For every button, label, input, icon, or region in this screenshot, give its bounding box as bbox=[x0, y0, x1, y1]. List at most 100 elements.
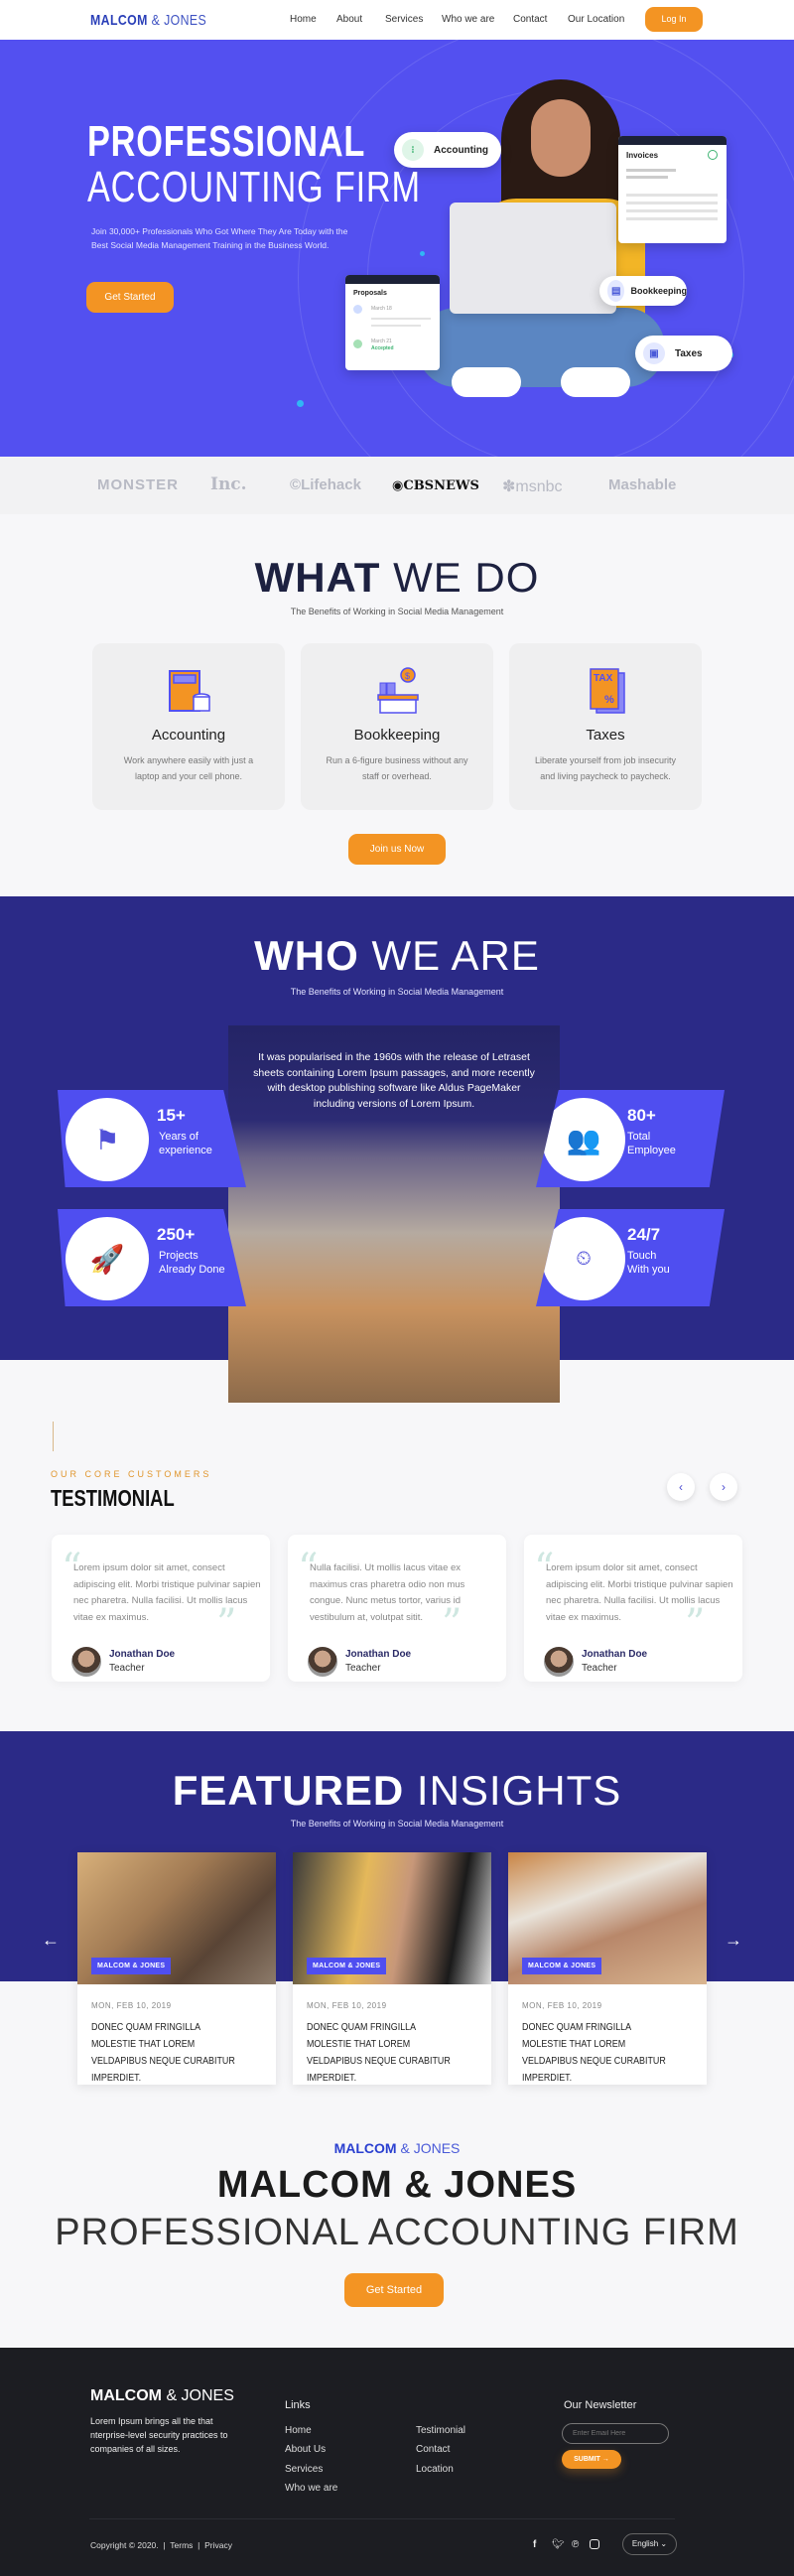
svg-text:$: $ bbox=[405, 671, 410, 681]
placeholder-line bbox=[626, 194, 718, 197]
cta-title: MALCOM & JONES bbox=[216, 2164, 578, 2206]
placeholder-line bbox=[626, 217, 718, 220]
site-header: MALCOM & JONES Home About Services Who w… bbox=[0, 0, 794, 40]
pill-taxes: ▣ Taxes bbox=[635, 336, 732, 371]
nav-home[interactable]: Home bbox=[290, 14, 317, 25]
service-card-taxes: TAX% Taxes Liberate yourself from job in… bbox=[509, 643, 702, 810]
stat-employees: 👥 80+ Total Employee bbox=[536, 1090, 725, 1187]
stat-label: Years of experience bbox=[159, 1130, 212, 1157]
avatar bbox=[544, 1647, 574, 1677]
insight-date: MON, FEB 10, 2019 bbox=[522, 2001, 602, 2010]
nav-who-we-are[interactable]: Who we are bbox=[442, 14, 494, 25]
logo-light: & JONES bbox=[151, 12, 207, 29]
lifehack-logo: ©Lifehack bbox=[290, 476, 361, 493]
insight-title[interactable]: DONEC QUAM FRINGILLA MOLESTIE THAT LOREM… bbox=[91, 2019, 243, 2087]
testimonial-text: Nulla facilisi. Ut mollis lacus vitae ex… bbox=[310, 1562, 465, 1623]
service-description: Work anywhere easily with just a laptop … bbox=[123, 755, 254, 781]
privacy-link[interactable]: Privacy bbox=[204, 2540, 232, 2550]
stat-value: 24/7 bbox=[627, 1225, 661, 1244]
title-bold: FEATURED bbox=[172, 1767, 405, 1814]
testimonial-text: Lorem ipsum dolor sit amet, consect adip… bbox=[73, 1562, 261, 1623]
stat-label-line: Employee bbox=[627, 1145, 676, 1156]
insight-title[interactable]: DONEC QUAM FRINGILLA MOLESTIE THAT LOREM… bbox=[522, 2019, 674, 2087]
testimonial-eyebrow: OUR CORE CUSTOMERS bbox=[51, 1469, 212, 1479]
insight-tag: MALCOM & JONES bbox=[91, 1958, 172, 1974]
pill-label: Bookkeeping bbox=[630, 286, 687, 296]
footer-link-about-us[interactable]: About Us bbox=[285, 2444, 326, 2455]
invoices-title: Invoices bbox=[626, 151, 659, 160]
insights-subtitle: The Benefits of Working in Social Media … bbox=[290, 1819, 504, 1829]
insights-next-arrow[interactable]: → bbox=[725, 1930, 742, 1951]
nav-contact[interactable]: Contact bbox=[513, 14, 547, 25]
insight-card[interactable]: MALCOM & JONES MON, FEB 10, 2019 DONEC Q… bbox=[293, 1852, 491, 2085]
stat-label-line: Projects bbox=[159, 1250, 198, 1262]
join-us-now-button[interactable]: Join us Now bbox=[348, 834, 446, 865]
stat-years: ⚑ 15+ Years of experience bbox=[58, 1090, 246, 1187]
stat-label-line: Total bbox=[627, 1131, 651, 1143]
mashable-logo: Mashable bbox=[608, 476, 677, 493]
logo-bold: MALCOM bbox=[90, 12, 148, 29]
login-button[interactable]: Log In bbox=[645, 7, 703, 32]
who-we-are-body: It was popularised in the 1960s with the… bbox=[253, 1051, 535, 1110]
svg-text:%: % bbox=[604, 694, 614, 706]
logo[interactable]: MALCOM & JONES bbox=[90, 12, 206, 29]
testimonial-next-button[interactable]: › bbox=[710, 1473, 737, 1501]
nav-our-location[interactable]: Our Location bbox=[568, 14, 624, 25]
tax-document-icon: TAX% bbox=[590, 668, 625, 714]
cta-get-started-button[interactable]: Get Started bbox=[344, 2273, 444, 2307]
insight-card[interactable]: MALCOM & JONES MON, FEB 10, 2019 DONEC Q… bbox=[508, 1852, 707, 2085]
proposal-date: March 18 bbox=[371, 306, 392, 312]
footer-link-testimonial[interactable]: Testimonial bbox=[416, 2425, 465, 2436]
newsletter-email-input[interactable] bbox=[562, 2423, 669, 2444]
title-light: INSIGHTS bbox=[416, 1767, 622, 1814]
hero-get-started-button[interactable]: Get Started bbox=[86, 282, 174, 313]
insight-title[interactable]: DONEC QUAM FRINGILLA MOLESTIE THAT LOREM… bbox=[307, 2019, 459, 2087]
calculator-icon bbox=[169, 670, 210, 712]
testimonial-prev-button[interactable]: ‹ bbox=[667, 1473, 695, 1501]
site-footer: MALCOM & JONES Lorem Ipsum brings all th… bbox=[0, 2348, 794, 2576]
proposal-status: Accepted bbox=[371, 345, 394, 351]
avatar bbox=[71, 1647, 101, 1677]
footer-link-home[interactable]: Home bbox=[285, 2425, 312, 2436]
facebook-icon[interactable]: f bbox=[533, 2539, 536, 2550]
monster-logo: MONSTER bbox=[97, 476, 179, 493]
taxes-icon: ▣ bbox=[643, 342, 665, 364]
footer-link-contact[interactable]: Contact bbox=[416, 2444, 450, 2455]
service-title: Taxes bbox=[586, 727, 625, 744]
pill-bookkeeping: ▤ Bookkeeping bbox=[599, 276, 687, 306]
decorative-dot bbox=[420, 251, 425, 256]
service-description: Liberate yourself from job insecurity an… bbox=[534, 755, 677, 781]
pinterest-icon[interactable]: ℗ bbox=[572, 2539, 579, 2550]
proposal-date: March 21 bbox=[371, 339, 392, 344]
inc-logo: Inc. bbox=[210, 475, 247, 494]
twitter-icon[interactable]: 🐦︎ bbox=[552, 2539, 565, 2550]
newsletter-submit-button[interactable]: SUBMIT → bbox=[562, 2450, 621, 2469]
footer-about: Lorem Ipsum brings all the that nterpris… bbox=[90, 2416, 228, 2454]
accepted-icon bbox=[353, 339, 362, 348]
footer-link-who-we-are[interactable]: Who we are bbox=[285, 2483, 337, 2494]
who-we-are-title: WHO WE ARE bbox=[0, 932, 794, 980]
service-card-bookkeeping: $ Bookkeeping Run a 6-figure business wi… bbox=[301, 643, 493, 810]
nav-services[interactable]: Services bbox=[385, 14, 423, 25]
insights-prev-arrow[interactable]: ← bbox=[42, 1930, 60, 1951]
insight-card[interactable]: MALCOM & JONES MON, FEB 10, 2019 DONEC Q… bbox=[77, 1852, 276, 2085]
footer-link-location[interactable]: Location bbox=[416, 2464, 454, 2475]
instagram-icon[interactable] bbox=[590, 2539, 599, 2549]
press-logos-bar: MONSTER Inc. ©Lifehack ◉CBSNEWS ✽msnbc M… bbox=[0, 457, 794, 514]
footer-link-services[interactable]: Services bbox=[285, 2464, 323, 2475]
service-description: Run a 6-figure business without any staf… bbox=[326, 755, 468, 781]
group-icon: 👥 bbox=[542, 1098, 625, 1181]
hero-title-bold: PROFESSIONAL bbox=[87, 117, 366, 166]
msnbc-logo: ✽msnbc bbox=[502, 478, 563, 495]
copyright-text: Copyright © 2020. bbox=[90, 2540, 159, 2550]
nav-about[interactable]: About bbox=[336, 14, 362, 25]
footer-links-title: Links bbox=[285, 2399, 311, 2411]
language-select[interactable]: English ⌄ bbox=[622, 2533, 677, 2555]
cta-brand: MALCOM & JONES bbox=[0, 2140, 794, 2156]
stat-label-line: Years of bbox=[159, 1131, 198, 1143]
bookkeeping-icon: ▤ bbox=[607, 280, 625, 302]
bookkeeper-desk-icon: $ bbox=[377, 667, 419, 714]
invoices-card: Invoices bbox=[618, 136, 727, 243]
terms-link[interactable]: Terms bbox=[170, 2540, 193, 2550]
placeholder-line bbox=[626, 169, 676, 172]
